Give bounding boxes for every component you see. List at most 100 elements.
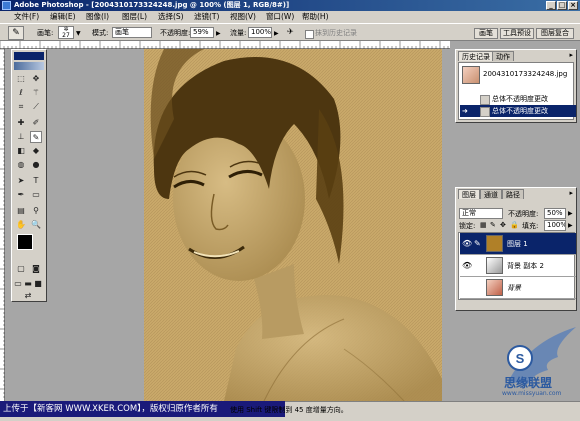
chevron-down-icon[interactable]: ▼: [76, 30, 81, 37]
screen-mode-full-icon[interactable]: ■: [33, 278, 43, 290]
layer-row[interactable]: 背景: [460, 277, 576, 299]
tab-channels[interactable]: 通道: [480, 189, 502, 199]
menu-window[interactable]: 窗口(W): [266, 11, 294, 23]
watermark-logo-text: 思缘联盟: [504, 376, 553, 390]
adobe-online-logo-icon[interactable]: [14, 62, 44, 70]
slice-tool-icon[interactable]: ⟋: [30, 101, 42, 113]
screen-mode-standard-icon[interactable]: ▭: [13, 278, 23, 290]
visibility-eye-icon[interactable]: 👁: [462, 239, 472, 248]
history-step[interactable]: 总体不透明度更改: [460, 93, 576, 105]
fill-input[interactable]: 100%: [544, 220, 566, 231]
magic-wand-tool-icon[interactable]: ⚚: [30, 87, 42, 99]
snapshot-thumbnail[interactable]: [462, 66, 480, 84]
minimize-button[interactable]: _: [546, 1, 556, 10]
mode-select[interactable]: 画笔: [112, 27, 152, 38]
tab-layers[interactable]: 图层: [458, 189, 480, 199]
opacity-slider-arrow-icon[interactable]: ▶: [568, 210, 573, 217]
portrait-image: [144, 49, 442, 401]
opacity-input[interactable]: 59%: [190, 27, 214, 38]
foreground-color-swatch[interactable]: [17, 234, 33, 250]
brush-tool-icon[interactable]: ✐: [30, 117, 42, 129]
layer-opacity-label: 不透明度:: [508, 210, 539, 218]
menu-layer[interactable]: 图层(L): [122, 11, 147, 23]
flow-input[interactable]: 100%: [248, 27, 272, 38]
panel-menu-arrow-icon[interactable]: ▸: [569, 189, 573, 197]
menu-select[interactable]: 选择(S): [158, 11, 184, 23]
horizontal-ruler[interactable]: [0, 41, 450, 49]
jump-to-imageready-icon[interactable]: ⇄: [22, 290, 34, 302]
fill-slider-arrow-icon[interactable]: ▶: [568, 222, 573, 229]
lock-move-icon[interactable]: ✥: [500, 221, 506, 229]
menu-filter[interactable]: 滤镜(T): [194, 11, 219, 23]
lock-label: 锁定:: [459, 222, 476, 230]
marquee-tool-icon[interactable]: ⬚: [15, 73, 27, 85]
lock-transparency-icon[interactable]: ▦: [480, 221, 487, 229]
layers-list: 👁 ✎ 图层 1 👁 背景 副本 2 背景: [458, 232, 576, 300]
tab-layer-comps[interactable]: 图层复合: [536, 28, 574, 39]
vertical-ruler-ticks-icon: [0, 48, 5, 398]
maximize-button[interactable]: □: [557, 1, 567, 10]
type-tool-icon[interactable]: T: [30, 175, 42, 187]
layer-opacity-input[interactable]: 50%: [544, 208, 566, 219]
move-tool-icon[interactable]: ✥: [30, 73, 42, 85]
history-brush-tool-selected-icon[interactable]: ✎: [30, 131, 42, 143]
history-state-pointer-icon: ➜: [462, 107, 468, 115]
tab-actions[interactable]: 动作: [492, 51, 514, 61]
hand-tool-icon[interactable]: ✋: [15, 219, 27, 231]
opacity-slider-arrow-icon[interactable]: ▶: [216, 30, 221, 37]
menu-view[interactable]: 视图(V): [230, 11, 256, 23]
lock-all-icon[interactable]: 🔒: [510, 221, 519, 229]
dodge-tool-icon[interactable]: ●: [30, 159, 42, 171]
notes-tool-icon[interactable]: ▤: [15, 205, 27, 217]
standard-mode-icon[interactable]: ▢: [15, 263, 27, 275]
pen-tool-icon[interactable]: ✒: [15, 189, 27, 201]
history-panel: 历史记录 动作 ▸ 2004310173324248.jpg 总体不透明度更改 …: [455, 49, 577, 123]
layer-row-selected[interactable]: 👁 ✎ 图层 1: [460, 233, 576, 255]
history-brush-tool-icon[interactable]: ✎: [8, 26, 24, 40]
history-step-selected[interactable]: ➜ 总体不透明度更改: [460, 105, 576, 117]
healing-brush-tool-icon[interactable]: ✚: [15, 117, 27, 129]
tab-tool-presets[interactable]: 工具预设: [500, 28, 534, 39]
document-canvas[interactable]: [144, 49, 442, 401]
visibility-eye-icon[interactable]: 👁: [462, 261, 472, 270]
airbrush-icon[interactable]: ✈: [287, 27, 294, 36]
history-list: 2004310173324248.jpg 总体不透明度更改 ➜ 总体不透明度更改: [458, 62, 576, 120]
menu-file[interactable]: 文件(F): [14, 11, 39, 23]
menu-image[interactable]: 图像(I): [86, 11, 109, 23]
vertical-ruler[interactable]: [0, 48, 5, 401]
paint-bucket-tool-icon[interactable]: ◆: [30, 145, 42, 157]
brush-preset-picker[interactable]: ✲ 27: [58, 26, 74, 39]
layer-row[interactable]: 👁 背景 副本 2: [460, 255, 576, 277]
snapshot-name[interactable]: 2004310173324248.jpg: [483, 70, 567, 78]
tab-history[interactable]: 历史记录: [458, 51, 494, 61]
blend-mode-select[interactable]: 正常: [459, 208, 503, 219]
eyedropper-tool-icon[interactable]: ⚲: [30, 205, 42, 217]
svg-text:S: S: [516, 351, 525, 366]
toolbox-header: [14, 52, 44, 60]
visibility-eye-off-icon[interactable]: [462, 283, 471, 292]
tab-brushes[interactable]: 画笔: [474, 28, 498, 39]
clone-stamp-tool-icon[interactable]: ⊥: [15, 131, 27, 143]
blur-tool-icon[interactable]: ◍: [15, 159, 27, 171]
photoshop-app-icon[interactable]: [2, 1, 11, 10]
erase-history-label: 抹到历史记录: [315, 29, 357, 37]
panel-menu-arrow-icon[interactable]: ▸: [569, 51, 573, 59]
toolbox: ⬚ ✥ ℓ ⚚ ⌗ ⟋ ✚ ✐ ⊥ ✎ ◧ ◆ ◍ ● ➤ T ✒ ▭ ▤ ⚲ …: [11, 49, 47, 302]
menu-edit[interactable]: 编辑(E): [50, 11, 76, 23]
close-button[interactable]: ×: [568, 1, 578, 10]
lock-paint-icon[interactable]: ✎: [490, 221, 496, 229]
crop-tool-icon[interactable]: ⌗: [15, 101, 27, 113]
eraser-tool-icon[interactable]: ◧: [15, 145, 27, 157]
rectangle-tool-icon[interactable]: ▭: [30, 189, 42, 201]
opacity-label: 不透明度:: [160, 29, 191, 37]
erase-history-checkbox[interactable]: [305, 30, 314, 39]
quick-mask-mode-icon[interactable]: ◙: [30, 263, 42, 275]
screen-mode-full-menu-icon[interactable]: ▬: [23, 278, 33, 290]
flow-slider-arrow-icon[interactable]: ▶: [274, 30, 279, 37]
menu-help[interactable]: 帮助(H): [302, 11, 329, 23]
path-selection-tool-icon[interactable]: ➤: [15, 175, 27, 187]
history-step-icon: [480, 95, 490, 105]
lasso-tool-icon[interactable]: ℓ: [15, 87, 27, 99]
tab-paths[interactable]: 路径: [502, 189, 524, 199]
zoom-tool-icon[interactable]: 🔍: [30, 219, 42, 231]
